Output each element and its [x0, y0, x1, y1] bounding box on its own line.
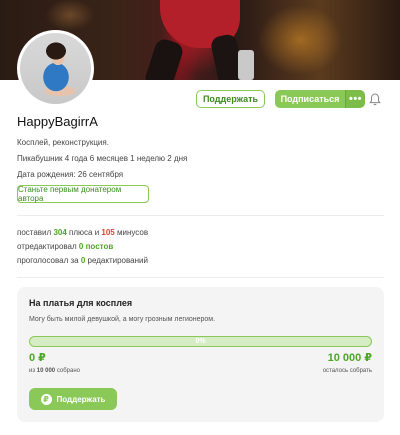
become-first-donor-button[interactable]: Станьте первым донатером автора	[17, 185, 149, 203]
fundraiser-support-button[interactable]: ₽ Поддержать	[29, 388, 117, 410]
ruble-icon: ₽	[40, 393, 52, 405]
divider	[17, 277, 384, 278]
stat-edited: отредактировал 0 постов	[17, 242, 113, 251]
collected-sub-amount: 10 000	[36, 368, 56, 374]
fundraiser-goal-sub: осталось собрать	[322, 368, 372, 374]
profile-birthday: Дата рождения: 26 сентября	[17, 170, 124, 179]
fundraiser-progress-bar: 0%	[29, 336, 372, 347]
stat-votes: поставил 304 плюса и 105 минусов	[17, 228, 148, 237]
fundraiser-goal: 10 000 ₽	[327, 352, 372, 364]
fundraiser-collected-sub: из 10 000 собрано	[29, 368, 80, 374]
profile-tenure: Пикабушник 4 года 6 месяцев 1 неделю 2 д…	[17, 154, 188, 163]
stat-voted-prefix: проголосовал за	[17, 256, 79, 265]
avatar[interactable]	[17, 30, 94, 107]
collected-sub-prefix: из	[29, 368, 36, 374]
stat-votes-suffix: минусов	[117, 228, 149, 237]
subscribe-button[interactable]: Подписаться	[275, 90, 345, 108]
fundraiser-title: На платья для косплея	[29, 298, 133, 308]
stat-edited-prefix: отредактировал	[17, 242, 77, 251]
stat-minuses: 105	[101, 228, 115, 237]
fundraiser-support-label: Поддержать	[56, 394, 106, 404]
support-button[interactable]: Поддержать	[196, 90, 265, 108]
stat-pluses: 304	[53, 228, 67, 237]
profile-description: Косплей, реконструкция.	[17, 138, 109, 147]
stat-votes-prefix: поставил	[17, 228, 52, 237]
stat-edited-posts: 0 постов	[78, 242, 114, 251]
stat-voted-count: 0	[80, 256, 86, 265]
more-options-button[interactable]: •••	[345, 90, 365, 108]
stat-voted-suffix: редактирований	[87, 256, 148, 265]
collected-sub-suffix: собрано	[56, 368, 80, 374]
divider	[17, 215, 384, 216]
username: HappyBagirrA	[17, 114, 98, 129]
stat-votes-mid: плюса и	[69, 228, 100, 237]
bell-icon[interactable]	[369, 93, 381, 106]
stat-voted-edits: проголосовал за 0 редактирований	[17, 256, 148, 265]
fundraiser-progress-label: 0%	[195, 338, 206, 345]
fundraiser-description: Могу быть милой девушкой, а могу грозным…	[29, 316, 216, 323]
fundraiser-collected: 0 ₽	[29, 352, 46, 364]
fundraiser-card: На платья для косплея Могу быть милой де…	[17, 287, 384, 422]
